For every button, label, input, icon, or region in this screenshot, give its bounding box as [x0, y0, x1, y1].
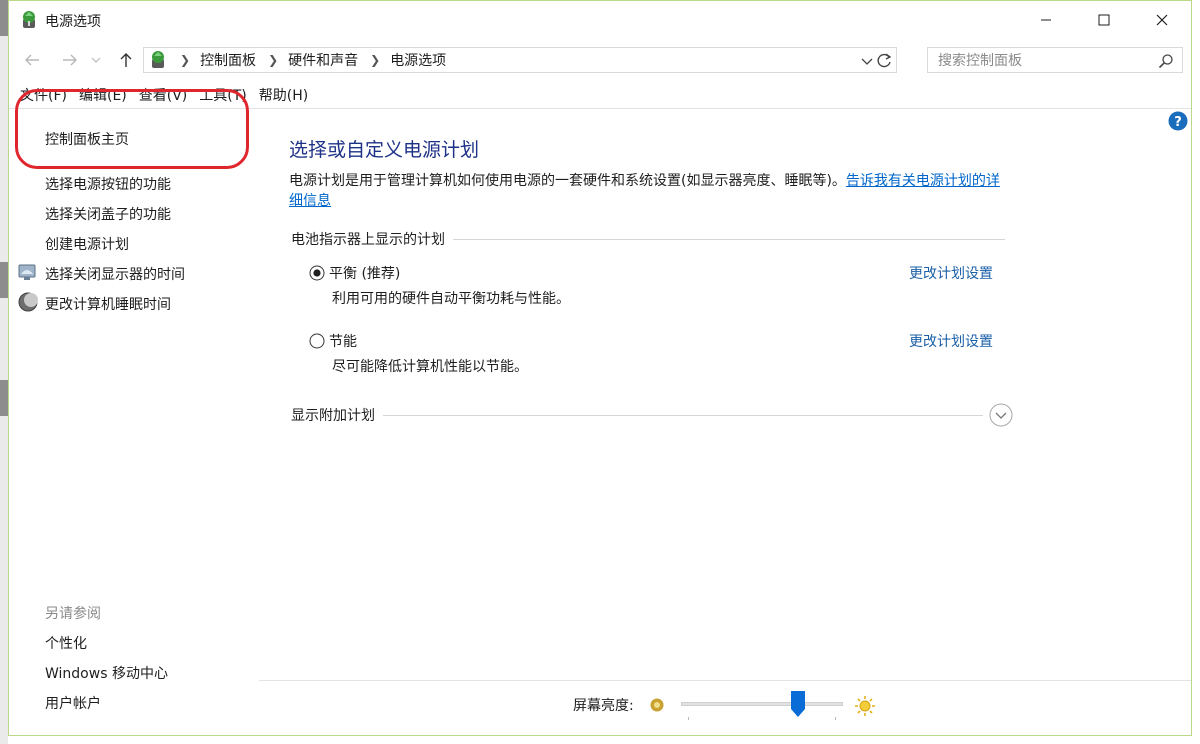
group-divider: [453, 238, 1005, 240]
address-bar[interactable]: ❯ 控制面板 ❯ 硬件和声音 ❯ 电源选项: [143, 47, 897, 73]
control-panel-home-link[interactable]: 控制面板主页: [45, 129, 129, 149]
show-additional-plans[interactable]: 显示附加计划: [291, 403, 1013, 427]
personalization-link[interactable]: 个性化: [45, 633, 87, 653]
mobility-center-link[interactable]: Windows 移动中心: [45, 663, 168, 683]
svg-text:?: ?: [1174, 115, 1182, 130]
address-dropdown-icon[interactable]: [860, 52, 874, 70]
menu-tools[interactable]: 工具(T): [199, 85, 246, 107]
plan-power-saver: 节能 尽可能降低计算机性能以节能。 更改计划设置: [309, 331, 999, 381]
brightness-slider-thumb[interactable]: [790, 691, 805, 717]
minimize-button[interactable]: [1017, 1, 1075, 39]
close-icon: [1156, 14, 1168, 26]
search-icon[interactable]: [1158, 53, 1174, 69]
menu-bar: 文件(F) 编辑(E) 查看(V) 工具(T) 帮助(H): [9, 85, 310, 107]
power-saver-radio[interactable]: [309, 333, 325, 349]
menu-edit[interactable]: 编辑(E): [79, 85, 127, 107]
power-options-window: 电源选项 ❯ 控制面板 ❯ 硬件和声音 ❯ 电源选项 搜索控制面板 文件(F) …: [8, 0, 1192, 736]
arrow-right-icon: [63, 54, 77, 66]
desktop-fragment: [0, 0, 8, 36]
plan-description: 电源计划是用于管理计算机如何使用电源的一套硬件和系统设置(如显示器亮度、睡眠等)…: [289, 171, 1009, 211]
close-button[interactable]: [1133, 1, 1191, 39]
battery-plans-group: 电池指示器上显示的计划: [291, 229, 1005, 249]
arrow-up-icon: [120, 53, 132, 67]
arrow-left-icon: [25, 54, 39, 66]
slider-tick: [688, 717, 689, 720]
back-button[interactable]: [21, 49, 43, 71]
power-button-function-link[interactable]: 选择电源按钮的功能: [45, 174, 171, 194]
dim-brightness-icon: [650, 698, 664, 712]
breadcrumb-separator-icon: ❯: [180, 53, 191, 67]
bright-sun-icon: [855, 696, 875, 716]
balanced-radio[interactable]: [309, 265, 325, 281]
expand-chevron-icon[interactable]: [989, 403, 1013, 427]
search-input[interactable]: [936, 49, 1150, 73]
desktop-background: [0, 0, 8, 744]
maximize-icon: [1098, 14, 1110, 26]
menu-help[interactable]: 帮助(H): [259, 85, 308, 107]
see-also-heading: 另请参阅: [45, 606, 101, 622]
breadcrumb-separator-icon: ❯: [268, 53, 279, 67]
menu-view[interactable]: 查看(V): [139, 85, 188, 107]
help-icon[interactable]: ?: [1168, 111, 1188, 131]
additional-plans-divider: [383, 414, 983, 416]
desktop-fragment: [0, 262, 8, 298]
breadcrumb-hardware-sound[interactable]: 硬件和声音: [288, 50, 358, 70]
window-title: 电源选项: [45, 14, 101, 30]
sleep-time-link[interactable]: 更改计算机睡眠时间: [45, 294, 171, 314]
sleep-moon-icon: [18, 292, 38, 312]
description-text: 电源计划是用于管理计算机如何使用电源的一套硬件和系统设置(如显示器亮度、睡眠等)…: [289, 173, 846, 189]
balanced-plan-description: 利用可用的硬件自动平衡功耗与性能。: [332, 291, 570, 307]
slider-tick: [835, 717, 836, 720]
power-options-icon: [23, 11, 35, 28]
desktop-fragment: [0, 380, 8, 416]
up-button[interactable]: [115, 49, 137, 71]
power-saver-plan-name[interactable]: 节能: [329, 331, 357, 351]
display-off-time-link[interactable]: 选择关闭显示器的时间: [45, 264, 185, 284]
group-heading: 电池指示器上显示的计划: [291, 232, 445, 248]
control-panel-icon: [152, 51, 164, 68]
navigation-bar: ❯ 控制面板 ❯ 硬件和声音 ❯ 电源选项: [9, 45, 1191, 75]
monitor-shield-icon: [18, 264, 36, 280]
power-saver-change-settings-link[interactable]: 更改计划设置: [909, 331, 993, 351]
page-title: 选择或自定义电源计划: [289, 139, 480, 161]
recent-locations-button[interactable]: [89, 49, 103, 71]
breadcrumb-separator-icon: ❯: [370, 53, 381, 67]
menu-file[interactable]: 文件(F): [20, 85, 67, 107]
left-navigation-pane: 控制面板主页 选择电源按钮的功能 选择关闭盖子的功能 创建电源计划 选择关闭显示…: [9, 109, 259, 735]
balanced-change-settings-link[interactable]: 更改计划设置: [909, 263, 993, 283]
user-accounts-link[interactable]: 用户帐户: [45, 693, 101, 713]
screen-brightness-label: 屏幕亮度:: [573, 698, 634, 714]
lid-close-function-link[interactable]: 选择关闭盖子的功能: [45, 204, 171, 224]
create-power-plan-link[interactable]: 创建电源计划: [45, 234, 129, 254]
forward-button[interactable]: [59, 49, 81, 71]
breadcrumb-control-panel[interactable]: 控制面板: [200, 50, 256, 70]
plan-balanced: 平衡 (推荐) 利用可用的硬件自动平衡功耗与性能。 更改计划设置: [309, 263, 999, 313]
bottom-divider: [259, 680, 1191, 681]
balanced-plan-name[interactable]: 平衡 (推荐): [329, 263, 400, 283]
minimize-icon: [1041, 19, 1051, 21]
refresh-icon[interactable]: [874, 51, 894, 71]
breadcrumb-power-options[interactable]: 电源选项: [390, 50, 446, 70]
chevron-down-icon: [91, 57, 101, 63]
brightness-slider-track[interactable]: [681, 702, 843, 706]
search-box: [927, 47, 1183, 73]
maximize-button[interactable]: [1075, 1, 1133, 39]
title-bar[interactable]: 电源选项: [9, 1, 1191, 39]
power-saver-plan-description: 尽可能降低计算机性能以节能。: [332, 359, 528, 375]
show-additional-plans-label: 显示附加计划: [291, 408, 375, 424]
